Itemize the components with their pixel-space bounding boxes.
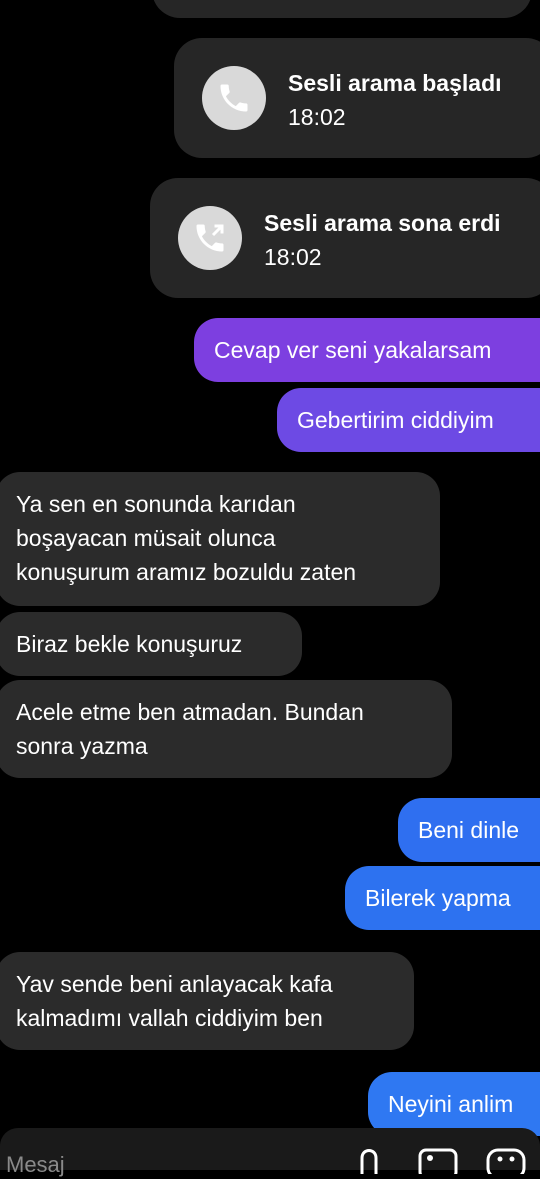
message-text: Neyini anlim [388, 1091, 514, 1117]
message-line: Ya sen en sonunda karıdan [16, 491, 296, 517]
call-title: Sesli arama sona erdi [264, 210, 501, 236]
image-icon[interactable] [418, 1144, 458, 1179]
microphone-icon[interactable] [352, 1144, 386, 1179]
message-bubble-partial[interactable] [152, 0, 532, 18]
sent-message[interactable]: Bilerek yapma [345, 866, 540, 930]
call-title: Sesli arama başladı [288, 70, 502, 96]
sent-message[interactable]: Beni dinle [398, 798, 540, 862]
received-message[interactable]: Ya sen en sonunda karıdan boşayacan müsa… [0, 472, 440, 606]
phone-outgoing-icon [178, 206, 242, 270]
message-line: Yav sende beni anlayacak kafa [16, 971, 333, 997]
call-started-card[interactable]: Sesli arama başladı 18:02 [174, 38, 540, 158]
message-input[interactable]: Mesaj [6, 1152, 65, 1178]
message-line: Biraz bekle konuşuruz [16, 631, 243, 657]
message-line: sonra yazma [16, 733, 148, 759]
sent-message[interactable]: Neyini anlim [368, 1072, 540, 1136]
call-ended-card[interactable]: Sesli arama sona erdi 18:02 [150, 178, 540, 298]
call-time: 18:02 [288, 104, 346, 130]
sent-message[interactable]: Cevap ver seni yakalarsam [194, 318, 540, 382]
call-time: 18:02 [264, 244, 322, 270]
received-message[interactable]: Acele etme ben atmadan. Bundan sonra yaz… [0, 680, 452, 778]
message-line: boşayacan müsait olunca [16, 525, 276, 551]
received-message[interactable]: Biraz bekle konuşuruz [0, 612, 302, 676]
message-text: Gebertirim ciddiyim [297, 407, 494, 433]
message-line: konuşurum aramız bozuldu zaten [16, 559, 357, 585]
received-message[interactable]: Yav sende beni anlayacak kafa kalmadımı … [0, 952, 414, 1050]
sticker-icon[interactable] [486, 1144, 526, 1179]
message-line: Acele etme ben atmadan. Bundan [16, 699, 364, 725]
phone-icon [202, 66, 266, 130]
message-composer[interactable]: Mesaj [0, 1128, 540, 1179]
message-text: Bilerek yapma [365, 885, 511, 911]
message-text: Cevap ver seni yakalarsam [214, 337, 492, 363]
message-line: kalmadımı vallah ciddiyim ben [16, 1005, 323, 1031]
message-text: Beni dinle [418, 817, 520, 843]
sent-message[interactable]: Gebertirim ciddiyim [277, 388, 540, 452]
